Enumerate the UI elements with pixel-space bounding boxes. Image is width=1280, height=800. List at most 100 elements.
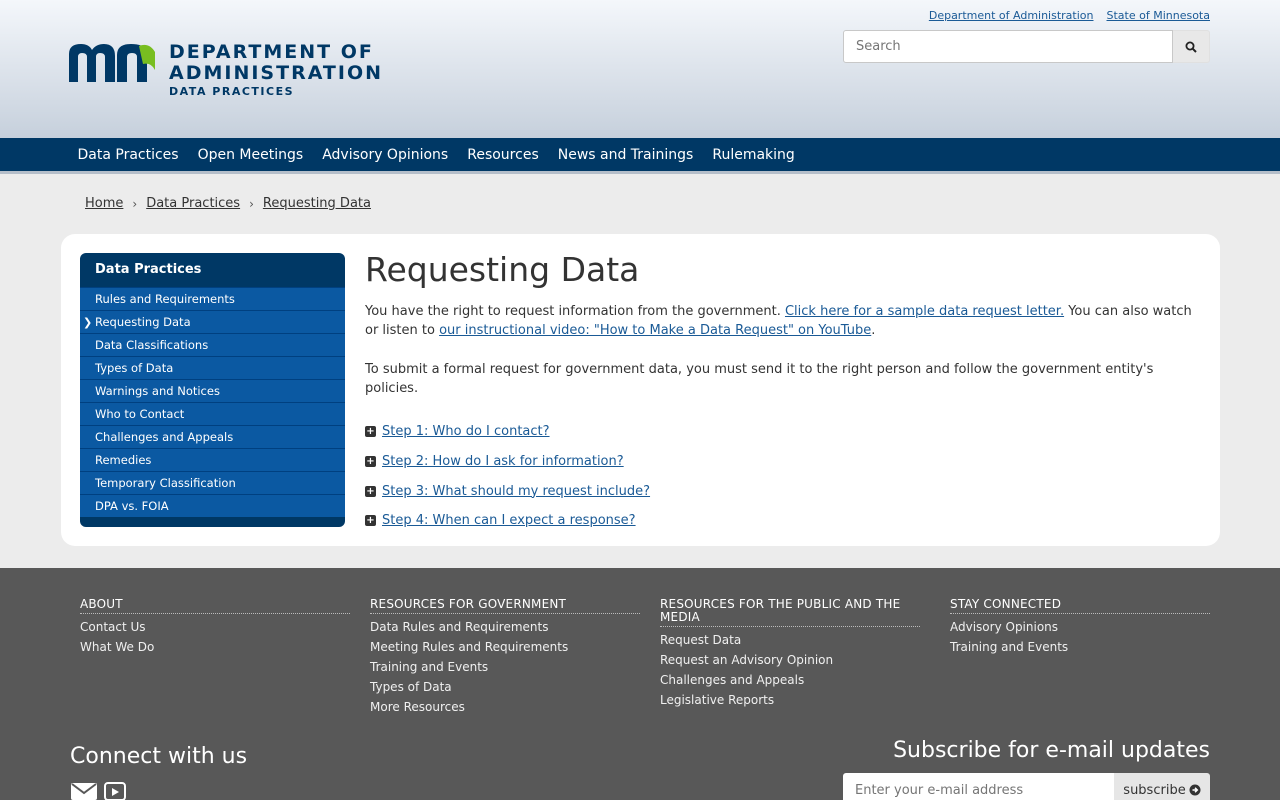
mn-logo-icon	[69, 44, 155, 82]
site-footer: ABOUT Contact Us What We Do RESOURCES FO…	[0, 568, 1280, 800]
step-2[interactable]: + Step 2: How do I ask for information?	[365, 447, 1195, 477]
main-content: Requesting Data You have the right to re…	[365, 248, 1195, 536]
subscribe-title: Subscribe for e-mail updates	[893, 738, 1210, 763]
footer-link[interactable]: Meeting Rules and Requirements	[370, 637, 640, 657]
step-4-link[interactable]: Step 4: When can I expect a response?	[382, 513, 636, 528]
nav-data-practices[interactable]: Data Practices	[68, 138, 188, 171]
sidebar-item-challenges[interactable]: Challenges and Appeals	[80, 425, 345, 448]
sidebar-item-label[interactable]: Warnings and Notices	[80, 380, 345, 402]
intro-text: You have the right to request informatio…	[365, 304, 785, 319]
footer-link[interactable]: More Resources	[370, 697, 640, 717]
sidebar-item-warnings[interactable]: Warnings and Notices	[80, 379, 345, 402]
intro-paragraph: You have the right to request informatio…	[365, 302, 1195, 340]
footer-column-government: RESOURCES FOR GOVERNMENT Data Rules and …	[370, 598, 640, 717]
site-logo[interactable]: DEPARTMENT OF ADMINISTRATION DATA PRACTI…	[69, 42, 383, 99]
footer-column-stay-connected: STAY CONNECTED Advisory Opinions Trainin…	[950, 598, 1210, 657]
breadcrumb-data-practices[interactable]: Data Practices	[146, 196, 240, 211]
logo-line1: DEPARTMENT OF	[169, 41, 374, 63]
email-field[interactable]	[843, 773, 1114, 800]
logo-line2: ADMINISTRATION	[169, 62, 384, 84]
sidebar-item-remedies[interactable]: Remedies	[80, 448, 345, 471]
sidebar-item-label[interactable]: Requesting Data	[80, 311, 345, 333]
sidebar-item-label[interactable]: Who to Contact	[80, 403, 345, 425]
footer-column-about: ABOUT Contact Us What We Do	[80, 598, 350, 657]
plus-square-icon: +	[365, 485, 376, 497]
state-mn-link[interactable]: State of Minnesota	[1107, 9, 1211, 22]
footer-link[interactable]: Challenges and Appeals	[660, 670, 920, 690]
sidebar-item-who-to-contact[interactable]: Who to Contact	[80, 402, 345, 425]
chevron-right-icon: ›	[249, 196, 254, 211]
plus-square-icon: +	[365, 426, 376, 438]
breadcrumb-requesting-data[interactable]: Requesting Data	[263, 196, 371, 211]
step-3-link[interactable]: Step 3: What should my request include?	[382, 484, 650, 499]
sidebar-item-dpa-foia[interactable]: DPA vs. FOIA	[80, 494, 345, 517]
sidebar-item-label[interactable]: Rules and Requirements	[80, 288, 345, 310]
steps-accordion: + Step 1: Who do I contact? + Step 2: Ho…	[365, 417, 1195, 536]
nav-resources[interactable]: Resources	[458, 138, 549, 171]
main-nav: Data Practices Open Meetings Advisory Op…	[0, 138, 1280, 174]
email-icon[interactable]	[70, 782, 98, 800]
breadcrumb-home[interactable]: Home	[85, 196, 123, 211]
sidebar-item-classifications[interactable]: Data Classifications	[80, 333, 345, 356]
search-input[interactable]	[843, 30, 1173, 63]
footer-column-public: RESOURCES FOR THE PUBLIC AND THE MEDIA R…	[660, 598, 920, 710]
plus-square-icon: +	[365, 456, 376, 468]
subscribe-button[interactable]: subscribe	[1114, 773, 1210, 800]
step-4[interactable]: + Step 4: When can I expect a response?	[365, 506, 1195, 536]
youtube-icon[interactable]	[104, 782, 126, 800]
footer-link[interactable]: What We Do	[80, 637, 350, 657]
arrow-circle-right-icon	[1189, 784, 1201, 796]
social-links	[70, 782, 126, 800]
footer-link[interactable]: Request Data	[660, 630, 920, 650]
plus-square-icon: +	[365, 515, 376, 527]
chevron-right-icon: ›	[132, 196, 138, 211]
sidebar-title[interactable]: Data Practices	[80, 253, 345, 287]
step-3[interactable]: + Step 3: What should my request include…	[365, 476, 1195, 506]
sidebar-item-label[interactable]: Data Classifications	[80, 334, 345, 356]
footer-column-title: STAY CONNECTED	[950, 598, 1210, 614]
nav-advisory-opinions[interactable]: Advisory Opinions	[313, 138, 458, 171]
step-1-link[interactable]: Step 1: Who do I contact?	[382, 424, 550, 439]
step-2-link[interactable]: Step 2: How do I ask for information?	[382, 454, 624, 469]
subscribe-button-label: subscribe	[1123, 782, 1186, 798]
sidebar-item-label[interactable]: Remedies	[80, 449, 345, 471]
footer-link[interactable]: Advisory Opinions	[950, 617, 1210, 637]
search-icon	[1185, 41, 1197, 53]
step-1[interactable]: + Step 1: Who do I contact?	[365, 417, 1195, 447]
footer-link[interactable]: Training and Events	[370, 657, 640, 677]
sidebar-item-rules[interactable]: Rules and Requirements	[80, 287, 345, 310]
sidebar-item-label[interactable]: Challenges and Appeals	[80, 426, 345, 448]
footer-column-title: RESOURCES FOR THE PUBLIC AND THE MEDIA	[660, 598, 920, 627]
sidebar-item-label[interactable]: DPA vs. FOIA	[80, 495, 345, 517]
submit-paragraph: To submit a formal request for governmen…	[365, 362, 1154, 396]
sidebar-item-label[interactable]: Temporary Classification	[80, 472, 345, 494]
youtube-video-link[interactable]: our instructional video: "How to Make a …	[439, 323, 871, 338]
intro-text-end: .	[871, 323, 876, 338]
search-button[interactable]	[1173, 30, 1210, 63]
chevron-right-icon: ❯	[83, 316, 93, 329]
logo-line3: DATA PRACTICES	[169, 85, 295, 98]
sample-letter-link[interactable]: Click here for a sample data request let…	[785, 304, 1064, 319]
footer-link[interactable]: Legislative Reports	[660, 690, 920, 710]
nav-rulemaking[interactable]: Rulemaking	[703, 138, 804, 171]
footer-link[interactable]: Data Rules and Requirements	[370, 617, 640, 637]
sidebar-item-requesting-data[interactable]: ❯ Requesting Data	[80, 310, 345, 333]
subscribe-form: subscribe	[843, 773, 1210, 800]
footer-link[interactable]: Contact Us	[80, 617, 350, 637]
nav-news-trainings[interactable]: News and Trainings	[548, 138, 703, 171]
sidebar-nav: Data Practices Rules and Requirements ❯ R…	[80, 253, 345, 527]
footer-column-title: ABOUT	[80, 598, 350, 614]
breadcrumb: Home › Data Practices › Requesting Data	[85, 196, 371, 211]
sidebar-item-label[interactable]: Types of Data	[80, 357, 345, 379]
sidebar-item-types[interactable]: Types of Data	[80, 356, 345, 379]
footer-link[interactable]: Training and Events	[950, 637, 1210, 657]
footer-link[interactable]: Types of Data	[370, 677, 640, 697]
footer-link[interactable]: Request an Advisory Opinion	[660, 650, 920, 670]
logo-text: DEPARTMENT OF ADMINISTRATION DATA PRACTI…	[169, 42, 383, 99]
dept-admin-link[interactable]: Department of Administration	[929, 9, 1094, 22]
sidebar-item-temporary[interactable]: Temporary Classification	[80, 471, 345, 494]
page-title: Requesting Data	[365, 250, 640, 289]
search-form	[843, 30, 1210, 63]
site-header: Department of Administration State of Mi…	[0, 0, 1280, 138]
nav-open-meetings[interactable]: Open Meetings	[188, 138, 313, 171]
